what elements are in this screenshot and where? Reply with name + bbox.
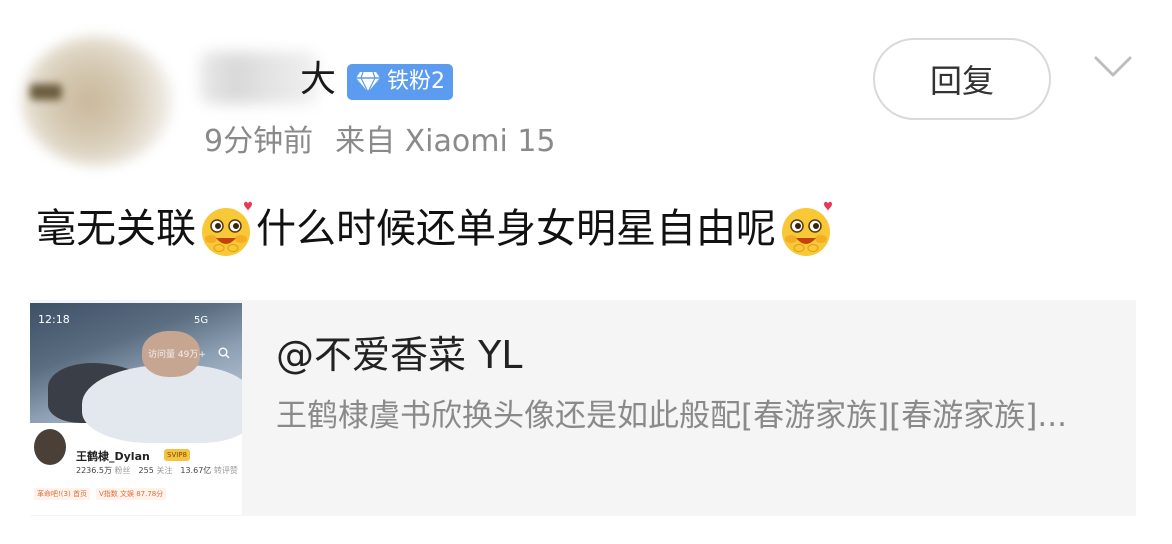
blush-emoji-icon [782, 201, 832, 256]
comment-meta: 9分钟前 来自 Xiaomi 15 [204, 120, 556, 164]
likes-label: 转评赞 [213, 466, 238, 475]
thumbnail-avatar [34, 429, 66, 465]
likes-value: 13.67亿 [180, 466, 212, 475]
comment-content: 毫无关联 什么时候还单身女明星自由呢 [36, 198, 836, 260]
thumbnail-tags: 革命吧!(3) 首页 V指数 文娱 87.78分 [34, 488, 167, 500]
thumbnail-pillow [82, 365, 242, 443]
chevron-down-icon[interactable] [1093, 54, 1133, 80]
thumbnail-tag: 革命吧!(3) 首页 [34, 488, 90, 500]
fan-badge-label: 铁粉2 [387, 69, 445, 94]
reply-button[interactable]: 回复 [873, 38, 1051, 120]
following-label: 关注 [156, 466, 173, 475]
thumbnail-visits: 访问量 49万+ [148, 350, 206, 360]
comment-time: 9分钟前 [204, 124, 314, 159]
repost-author[interactable]: @不爱香菜 YL [276, 330, 522, 380]
thumbnail-stats: 2236.5万 粉丝 255 关注 13.67亿 转评赞 [76, 465, 238, 476]
comment-source: 来自 Xiaomi 15 [335, 124, 556, 159]
user-avatar[interactable] [22, 36, 172, 166]
thumbnail-tag: V指数 文娱 87.78分 [95, 488, 167, 500]
repost-text: 王鹤棣虞书欣换头像还是如此般配[春游家族][春游家族]... [276, 398, 1067, 434]
blush-emoji-icon [202, 201, 252, 256]
thumbnail-time: 12:18 [38, 313, 70, 326]
following-value: 255 [138, 466, 154, 475]
content-text-2: 什么时候还单身女明星自由呢 [256, 206, 776, 252]
username-suffix[interactable]: 大 [300, 58, 336, 102]
content-text-1: 毫无关联 [36, 206, 196, 252]
thumbnail-svip-badge: SVIP8 [164, 449, 190, 461]
diamond-icon [356, 71, 380, 93]
thumbnail-signal: 5G [194, 315, 209, 326]
thumbnail-profile-name: 王鹤棣_Dylan [76, 450, 150, 463]
avatar-detail [30, 84, 62, 100]
repost-card[interactable]: 12:18 5G 访问量 49万+ 王鹤棣_Dylan SVIP8 2236.5… [30, 300, 1136, 516]
repost-thumbnail[interactable]: 12:18 5G 访问量 49万+ 王鹤棣_Dylan SVIP8 2236.5… [30, 303, 242, 515]
followers-value: 2236.5万 [76, 466, 112, 475]
followers-label: 粉丝 [114, 466, 131, 475]
fan-badge[interactable]: 铁粉2 [347, 64, 453, 100]
search-icon [218, 347, 230, 359]
